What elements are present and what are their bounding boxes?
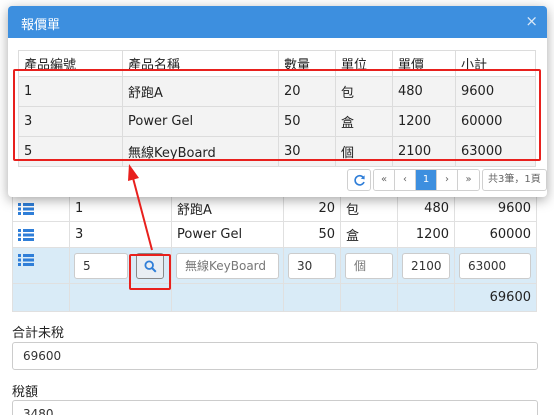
order-total-row: 69600 bbox=[12, 283, 537, 312]
last-page-button[interactable]: » bbox=[458, 170, 479, 190]
list-icon[interactable] bbox=[18, 253, 34, 266]
cell-unit: 包 bbox=[340, 195, 398, 222]
pagination-info: 共3筆，1頁 bbox=[482, 169, 547, 191]
first-page-button[interactable]: « bbox=[374, 170, 395, 190]
subtotal-cell: 63000 bbox=[454, 247, 537, 284]
modal-header: 報價單 × bbox=[8, 6, 547, 38]
close-icon[interactable]: × bbox=[525, 12, 538, 30]
cell-unit-price: 480 bbox=[397, 195, 455, 222]
cell-product-name: 舒跑A bbox=[171, 195, 284, 222]
cell-subtotal: 9600 bbox=[454, 195, 537, 222]
page-1-button[interactable]: 1 bbox=[416, 170, 437, 190]
untaxed-total-field[interactable]: 69600 bbox=[12, 342, 538, 370]
unit-price-input[interactable]: 2100 bbox=[402, 252, 450, 279]
unit-input[interactable]: 個 bbox=[345, 252, 393, 279]
rows-highlight bbox=[13, 69, 541, 161]
quantity-input[interactable]: 30 bbox=[288, 252, 336, 279]
cell-quantity: 50 bbox=[283, 221, 341, 248]
modal-title: 報價單 bbox=[21, 18, 61, 33]
cell-product-id: 3 bbox=[69, 221, 172, 248]
order-row[interactable]: 3 Power Gel 50 盒 1200 60000 bbox=[12, 221, 537, 248]
cell-unit: 盒 bbox=[340, 221, 398, 248]
quantity-cell: 30 bbox=[283, 247, 341, 284]
product-name-input[interactable]: 無線KeyBoard bbox=[176, 252, 279, 279]
order-items-table: 1 舒跑A 20 包 480 9600 3 Power Gel 50 盒 120… bbox=[12, 195, 537, 312]
row-handle[interactable] bbox=[12, 247, 70, 284]
prev-page-button[interactable]: ‹ bbox=[395, 170, 416, 190]
cell-quantity: 20 bbox=[283, 195, 341, 222]
order-edit-row: 5 無線KeyBoard 30 個 2100 63000 bbox=[12, 247, 537, 284]
product-id-input[interactable]: 5 bbox=[74, 252, 128, 279]
pagination: « ‹ 1 › » bbox=[373, 169, 480, 191]
search-button-highlight bbox=[129, 254, 171, 290]
order-total: 69600 bbox=[454, 283, 537, 312]
cell-unit-price: 1200 bbox=[397, 221, 455, 248]
subtotal-input[interactable]: 63000 bbox=[459, 252, 531, 279]
list-icon[interactable] bbox=[18, 202, 34, 215]
order-row[interactable]: 1 舒跑A 20 包 480 9600 bbox=[12, 195, 537, 222]
list-icon[interactable] bbox=[18, 228, 34, 241]
product-name-cell: 無線KeyBoard bbox=[171, 247, 284, 284]
refresh-button[interactable] bbox=[347, 169, 371, 191]
refresh-icon bbox=[354, 174, 365, 186]
tax-label: 稅額 bbox=[12, 385, 39, 400]
tax-field[interactable]: 3480 bbox=[12, 400, 538, 415]
cell-product-id: 1 bbox=[69, 195, 172, 222]
next-page-button[interactable]: › bbox=[437, 170, 458, 190]
cell-product-name: Power Gel bbox=[171, 221, 284, 248]
row-handle[interactable] bbox=[12, 195, 70, 222]
cell-subtotal: 60000 bbox=[454, 221, 537, 248]
unit-cell: 個 bbox=[340, 247, 398, 284]
untaxed-total-label: 合計未稅 bbox=[12, 326, 65, 341]
row-handle[interactable] bbox=[12, 221, 70, 248]
unit-price-cell: 2100 bbox=[397, 247, 455, 284]
